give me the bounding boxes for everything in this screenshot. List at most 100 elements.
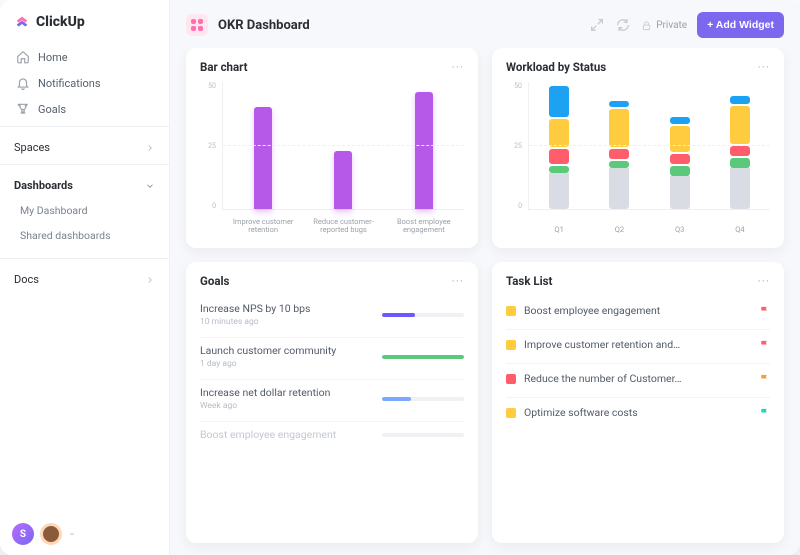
more-icon[interactable]: ··· [758, 60, 770, 74]
goal-row[interactable]: Increase net dollar retentionWeek ago [200, 379, 464, 417]
flag-icon[interactable] [759, 373, 770, 384]
card-workload: Workload by Status ··· 50250 Q1Q2Q3Q4 [492, 48, 784, 248]
privacy-toggle[interactable]: Private [641, 20, 687, 31]
card-task-list: Task List ··· Boost employee engagement I… [492, 262, 784, 543]
sidebar-section-spaces[interactable]: Spaces [0, 131, 169, 160]
bell-icon [16, 76, 30, 90]
bar-segment[interactable] [670, 117, 690, 125]
bar-segment[interactable] [609, 168, 629, 209]
task-label: Reduce the number of Customer… [524, 372, 751, 385]
status-square [506, 340, 516, 350]
sidebar-item-label: Shared dashboards [20, 229, 111, 242]
more-icon[interactable]: ··· [452, 274, 464, 288]
bar-segment[interactable] [730, 106, 750, 144]
brand-logo[interactable]: ClickUp [0, 0, 169, 44]
content-grid: Bar chart ··· 50250 Improve customer ret… [170, 48, 800, 555]
flag-icon[interactable] [759, 339, 770, 350]
flag-icon[interactable] [759, 407, 770, 418]
workload-chart: 50250 Q1Q2Q3Q4 [506, 82, 770, 236]
card-title: Bar chart [200, 60, 248, 74]
bar[interactable] [334, 151, 352, 209]
chevron-right-icon [145, 143, 155, 153]
goal-row[interactable]: Increase NPS by 10 bps10 minutes ago [200, 296, 464, 333]
task-row[interactable]: Reduce the number of Customer… [506, 363, 770, 393]
flag-icon[interactable] [759, 305, 770, 316]
avatar: S [12, 523, 34, 545]
sidebar-item-label: Goals [38, 103, 66, 116]
divider [0, 258, 169, 259]
sidebar-item-my-dashboard[interactable]: My Dashboard [6, 198, 163, 223]
section-label: Dashboards [14, 179, 73, 192]
sidebar-item-label: Notifications [38, 77, 101, 90]
brand-name: ClickUp [36, 14, 85, 30]
bar-segment[interactable] [549, 173, 569, 209]
refresh-icon[interactable] [615, 17, 631, 33]
sidebar-item-goals[interactable]: Goals [6, 96, 163, 122]
sidebar-item-label: My Dashboard [20, 204, 88, 217]
sidebar-section-dashboards[interactable]: Dashboards [0, 169, 169, 198]
goal-row[interactable]: Launch customer community1 day ago [200, 337, 464, 375]
bar-segment[interactable] [670, 154, 690, 164]
trophy-icon [16, 102, 30, 116]
section-label: Docs [14, 273, 39, 286]
avatar [40, 523, 62, 545]
page-title: OKR Dashboard [218, 18, 310, 33]
task-row[interactable]: Optimize software costs [506, 397, 770, 427]
expand-icon[interactable] [589, 17, 605, 33]
home-icon [16, 50, 30, 64]
more-icon[interactable]: ··· [758, 274, 770, 288]
status-square [506, 408, 516, 418]
sidebar-section-docs[interactable]: Docs [0, 263, 169, 292]
section-label: Spaces [14, 141, 50, 154]
divider [0, 164, 169, 165]
bar-segment[interactable] [549, 166, 569, 174]
bar[interactable] [415, 92, 433, 209]
status-square [506, 374, 516, 384]
sidebar-primary-nav: Home Notifications Goals [0, 44, 169, 122]
bar-segment[interactable] [549, 119, 569, 147]
bar[interactable] [254, 107, 272, 209]
bar-segment[interactable] [549, 149, 569, 164]
chevron-down-icon [68, 530, 76, 538]
bar-segment[interactable] [609, 161, 629, 169]
goal-row[interactable]: Boost employee engagement [200, 421, 464, 447]
privacy-label: Private [656, 20, 687, 31]
lock-icon [641, 20, 652, 31]
task-row[interactable]: Improve customer retention and… [506, 329, 770, 359]
main: OKR Dashboard Private + Add Widget Bar c… [170, 0, 800, 555]
bar-segment[interactable] [670, 176, 690, 209]
divider [0, 126, 169, 127]
bar-segment[interactable] [609, 109, 629, 147]
bar-segment[interactable] [730, 96, 750, 104]
more-icon[interactable]: ··· [452, 60, 464, 74]
task-label: Improve customer retention and… [524, 338, 751, 351]
card-goals: Goals ··· Increase NPS by 10 bps10 minut… [186, 262, 478, 543]
sidebar-item-shared-dashboards[interactable]: Shared dashboards [6, 223, 163, 248]
card-title: Task List [506, 274, 552, 288]
bar-segment[interactable] [730, 158, 750, 168]
bar-segment[interactable] [549, 86, 569, 116]
bar-segment[interactable] [730, 168, 750, 209]
bar-segment[interactable] [670, 126, 690, 151]
sidebar-item-notifications[interactable]: Notifications [6, 70, 163, 96]
sidebar: ClickUp Home Notifications Goals Spaces … [0, 0, 170, 555]
bar-segment[interactable] [609, 149, 629, 159]
topbar: OKR Dashboard Private + Add Widget [170, 0, 800, 48]
clickup-logo-icon [14, 14, 30, 30]
chevron-right-icon [145, 275, 155, 285]
task-row[interactable]: Boost employee engagement [506, 296, 770, 325]
bar-segment[interactable] [609, 101, 629, 106]
card-title: Workload by Status [506, 60, 606, 74]
task-label: Optimize software costs [524, 406, 751, 419]
bar-segment[interactable] [730, 146, 750, 156]
bar-chart: 50250 Improve customer retentionReduce c… [200, 82, 464, 236]
bar-segment[interactable] [670, 166, 690, 176]
dashboards-subnav: My Dashboard Shared dashboards [0, 198, 169, 254]
goals-list: Increase NPS by 10 bps10 minutes ago Laun… [200, 296, 464, 531]
dashboard-icon [186, 14, 208, 36]
add-widget-button[interactable]: + Add Widget [697, 12, 784, 38]
app-window: ClickUp Home Notifications Goals Spaces … [0, 0, 800, 555]
sidebar-item-home[interactable]: Home [6, 44, 163, 70]
user-switcher[interactable]: S [0, 513, 169, 555]
card-bar-chart: Bar chart ··· 50250 Improve customer ret… [186, 48, 478, 248]
